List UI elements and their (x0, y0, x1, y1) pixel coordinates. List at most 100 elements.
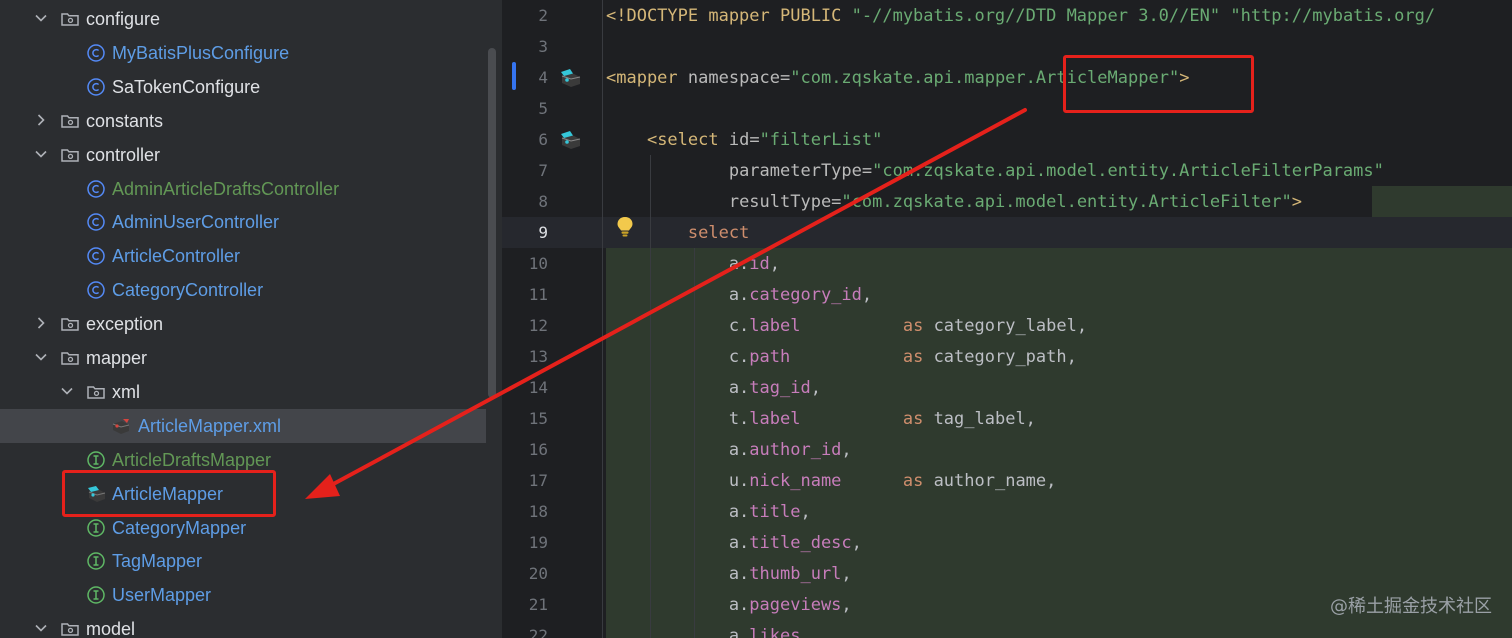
code-line[interactable]: 11 a.category_id, (502, 280, 1512, 311)
tree-item-constants[interactable]: constants (0, 104, 486, 138)
tree-item-categorycontroller[interactable]: CategoryController (0, 273, 486, 307)
interface-icon (86, 450, 106, 470)
code-line[interactable]: 22 a.likes (502, 621, 1512, 638)
code-token: a. (606, 533, 750, 553)
code-text: a.tag_id, (606, 376, 821, 400)
code-line[interactable]: 3 (502, 32, 1512, 63)
line-number: 8 (538, 192, 548, 211)
code-line[interactable]: 16 a.author_id, (502, 435, 1512, 466)
code-token: category_label, (923, 316, 1088, 336)
code-token: a. (606, 626, 750, 638)
code-token: a. (606, 254, 750, 274)
code-token: as (902, 471, 924, 491)
tree-item-label: ArticleMapper (112, 483, 224, 504)
chevron-down-icon[interactable] (60, 384, 74, 398)
folder-icon (60, 9, 80, 29)
tree-item-mybatisplusconfigure[interactable]: MyBatisPlusConfigure (0, 36, 486, 70)
code-line[interactable]: 8 resultType="com.zqskate.api.model.enti… (502, 187, 1512, 218)
code-token: as (902, 316, 924, 336)
class-icon (86, 179, 106, 199)
chevron-right-icon[interactable] (34, 316, 48, 330)
code-editor[interactable]: 2 <!DOCTYPE mapper PUBLIC "-//mybatis.org… (502, 0, 1512, 638)
code-line[interactable]: 13 c.path as category_path, (502, 342, 1512, 373)
chevron-down-icon[interactable] (34, 11, 48, 25)
tree-item-label: constants (86, 110, 164, 131)
tree-item-tagmapper[interactable]: TagMapper (0, 544, 486, 578)
code-token: id= (728, 130, 760, 150)
code-text: a.author_id, (606, 438, 852, 462)
line-number: 2 (538, 6, 548, 25)
tree-item-configure[interactable]: configure (0, 2, 486, 36)
code-line[interactable]: 4 <mapper namespace="com.zqskate.api.mapp… (502, 63, 1512, 94)
tree-item-satokenconfigure[interactable]: SaTokenConfigure (0, 70, 486, 104)
chevron-down-icon[interactable] (34, 147, 48, 161)
tree-item-adminarticledraftscontroller[interactable]: AdminArticleDraftsController (0, 172, 486, 206)
interface-icon (86, 551, 106, 571)
code-token: , (810, 378, 821, 398)
tree-item-xml[interactable]: xml (0, 375, 486, 409)
line-number: 19 (528, 533, 548, 552)
tree-item-usermapper[interactable]: UserMapper (0, 578, 486, 612)
line-number: 5 (538, 99, 548, 118)
mybatis-mapper-icon (86, 484, 106, 504)
tree-item-articlecontroller[interactable]: ArticleController (0, 239, 486, 273)
code-token: likes (749, 626, 801, 638)
code-line[interactable]: 19 a.title_desc, (502, 528, 1512, 559)
tree-item-model[interactable]: model (0, 612, 486, 638)
tree-item-articledraftsmapper[interactable]: ArticleDraftsMapper (0, 443, 486, 477)
code-token: <mapper (606, 68, 688, 88)
project-tree-scrollbar[interactable] (488, 48, 496, 398)
lightbulb-icon[interactable] (616, 216, 634, 238)
interface-icon (86, 585, 106, 605)
tree-item-label: controller (86, 144, 161, 165)
project-tree-panel: configure MyBatisPlusConfigure SaTokenConf… (0, 0, 502, 638)
class-icon (86, 77, 106, 97)
code-token: as (902, 347, 924, 367)
code-line[interactable]: 2 <!DOCTYPE mapper PUBLIC "-//mybatis.org… (502, 1, 1512, 32)
code-line[interactable]: 12 c.label as category_label, (502, 311, 1512, 342)
tree-item-controller[interactable]: controller (0, 138, 486, 172)
tree-item-categorymapper[interactable]: CategoryMapper (0, 511, 486, 545)
tree-item-articlemapper[interactable]: ArticleMapper (0, 477, 486, 511)
folder-icon (86, 382, 106, 402)
tree-item-mapper[interactable]: mapper (0, 341, 486, 375)
code-line[interactable]: 14 a.tag_id, (502, 373, 1512, 404)
code-token: author_id (749, 440, 842, 460)
code-text: a.title_desc, (606, 531, 862, 555)
code-line[interactable]: 5 (502, 94, 1512, 125)
code-line[interactable]: 15 t.label as tag_label, (502, 404, 1512, 435)
code-token: "com.zqskate.api.model.entity.ArticleFil… (841, 192, 1292, 212)
code-text: <mapper namespace="com.zqskate.api.mappe… (606, 66, 1189, 90)
code-line[interactable]: 9 select (502, 218, 1512, 249)
chevron-down-icon[interactable] (34, 621, 48, 635)
code-token: title (749, 502, 801, 522)
code-token: , (769, 254, 781, 274)
class-icon (86, 280, 106, 300)
chevron-right-icon[interactable] (34, 113, 48, 127)
chevron-down-icon[interactable] (34, 350, 48, 364)
code-token: resultType= (728, 192, 842, 212)
code-token: "http://mybatis.org/ (1230, 6, 1436, 26)
code-token: a. (606, 595, 750, 615)
code-line[interactable]: 17 u.nick_name as author_name, (502, 466, 1512, 497)
code-text: t.label as tag_label, (606, 407, 1036, 431)
code-line[interactable]: 6 <select id="filterList" (502, 125, 1512, 156)
tree-item-adminusercontroller[interactable]: AdminUserController (0, 205, 486, 239)
code-text: a.id, (606, 252, 780, 276)
mybatis-navigate-icon[interactable] (558, 67, 584, 89)
code-line[interactable]: 20 a.thumb_url, (502, 559, 1512, 590)
code-token: "com.zqskate.api.mapper.ArticleMapper" (790, 68, 1180, 88)
line-number: 15 (528, 409, 548, 428)
code-line[interactable]: 7 parameterType="com.zqskate.api.model.e… (502, 156, 1512, 187)
code-token: path (749, 347, 791, 367)
tree-item-label: TagMapper (112, 551, 203, 572)
code-line[interactable]: 18 a.title, (502, 497, 1512, 528)
mybatis-navigate-icon[interactable] (558, 129, 584, 151)
tree-item-exception[interactable]: exception (0, 307, 486, 341)
folder-icon (60, 145, 80, 165)
tree-item-label: MyBatisPlusConfigure (112, 42, 290, 63)
tree-item-articlemapper-xml[interactable]: ArticleMapper.xml (0, 408, 486, 443)
code-line[interactable]: 10 a.id, (502, 249, 1512, 280)
